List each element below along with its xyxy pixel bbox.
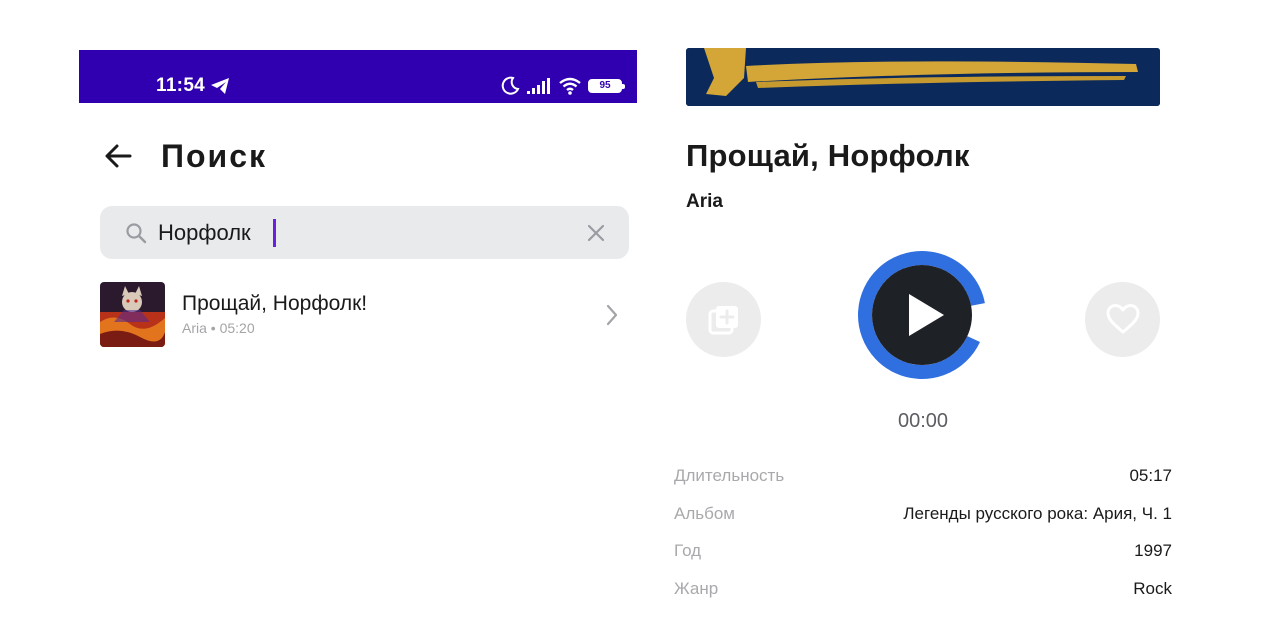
clear-icon[interactable]	[585, 222, 607, 244]
info-row-year: Год 1997	[674, 537, 1172, 575]
track-info-table: Длительность 05:17 Альбом Легенды русско…	[674, 462, 1172, 612]
info-value: 05:17	[1129, 466, 1172, 485]
battery-level: 95	[599, 80, 611, 91]
track-artist: Aria	[686, 191, 723, 212]
search-input[interactable]	[158, 218, 558, 248]
heart-icon	[1106, 304, 1140, 334]
status-bar: 11:54 95	[79, 50, 637, 103]
back-arrow-icon[interactable]	[102, 140, 134, 172]
text-caret	[273, 219, 276, 247]
search-icon	[126, 223, 147, 244]
page-title: Поиск	[161, 138, 268, 174]
info-label: Альбом	[674, 503, 735, 523]
info-label: Жанр	[674, 578, 719, 598]
result-title: Прощай, Норфолк!	[182, 292, 368, 315]
info-value: Легенды русского рока: Ария, Ч. 1	[903, 503, 1172, 523]
like-button[interactable]	[1085, 282, 1160, 357]
add-to-playlist-icon	[708, 306, 738, 335]
wifi-icon	[559, 77, 581, 95]
battery-icon: 95	[588, 79, 625, 93]
play-button[interactable]	[857, 250, 987, 380]
search-header: Поиск	[79, 132, 637, 180]
status-time: 11:54	[156, 75, 206, 96]
info-row-duration: Длительность 05:17	[674, 462, 1172, 500]
info-row-album: Альбом Легенды русского рока: Ария, Ч. 1	[674, 500, 1172, 538]
add-to-playlist-button[interactable]	[686, 282, 761, 357]
moon-icon	[501, 76, 520, 95]
album-art-banner	[686, 48, 1160, 106]
track-screen: Прощай, Норфолк Aria 00:00 Длительность …	[662, 0, 1202, 640]
info-label: Год	[674, 541, 702, 560]
search-screen: 11:54 95 Поиск Норфолк Прощай, Норфолк! …	[79, 50, 637, 640]
album-cover-thumbnail	[100, 282, 165, 347]
info-row-genre: Жанр Rock	[674, 575, 1172, 613]
search-box[interactable]	[100, 206, 629, 259]
signal-icon	[527, 78, 550, 94]
info-value: Rock	[1133, 578, 1172, 598]
chevron-right-icon	[606, 304, 618, 326]
track-title: Прощай, Норфолк	[686, 138, 970, 173]
result-meta: Aria • 05:20	[182, 320, 255, 336]
current-time: 00:00	[897, 410, 949, 432]
search-result-item[interactable]: Прощай, Норфолк! Aria • 05:20	[100, 281, 629, 347]
telegram-icon	[211, 78, 229, 94]
info-label: Длительность	[674, 466, 785, 485]
status-icons: 95	[500, 75, 625, 97]
composite-screenshot: 11:54 95 Поиск Норфолк Прощай, Норфолк! …	[0, 0, 1280, 640]
info-value: 1997	[1134, 541, 1172, 560]
